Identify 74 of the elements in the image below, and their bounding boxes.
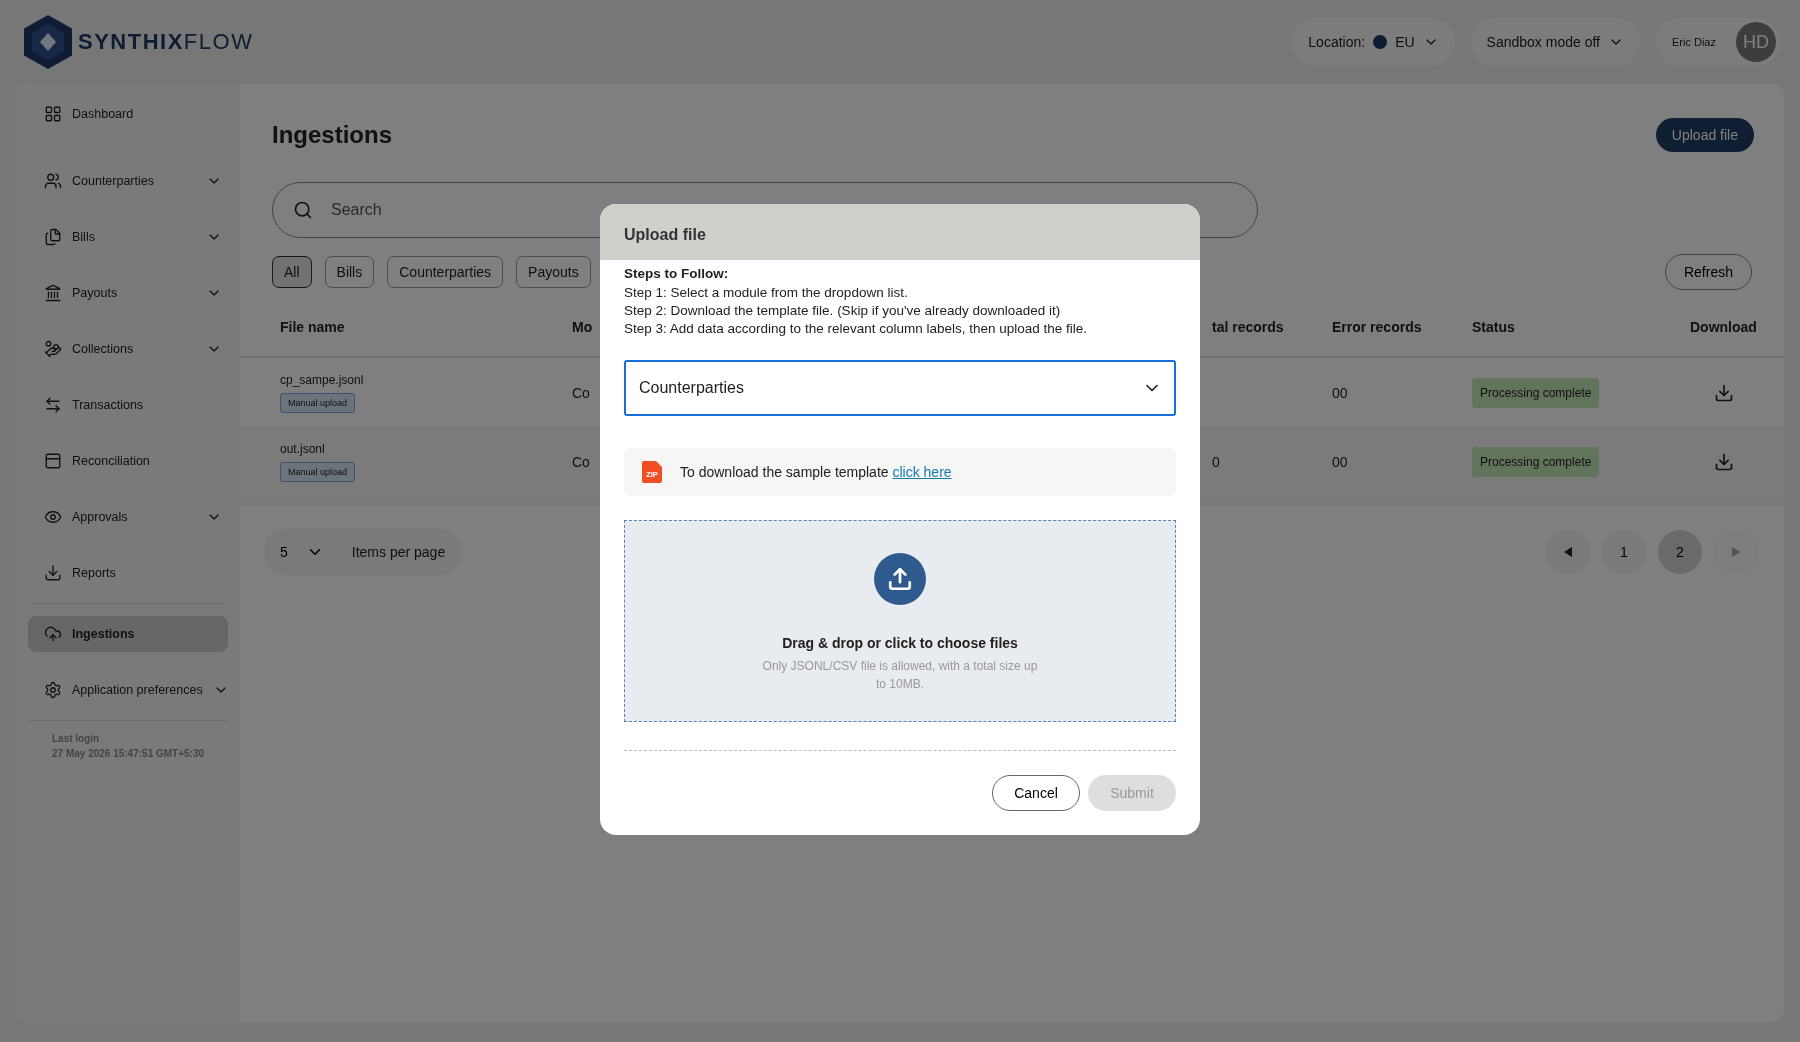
sidebar-item[interactable]: Application preferences [28,672,228,708]
file-dropzone[interactable]: Drag & drop or click to choose files Only JSONL/CSV file is allowed, with a total size up to 10MB. [624,520,1176,722]
column-header: Status [1472,319,1515,335]
steps-title: Steps to Follow: [624,265,730,283]
step-text: Step 3: Add data according to the relevant column labels, then upload the file. [624,320,1089,338]
avatar: HD [1736,22,1776,62]
search-icon [293,200,313,220]
upload-tag: Manual upload [280,392,356,413]
bank-icon [44,284,62,302]
download-icon [44,564,62,582]
panel-icon [44,452,62,470]
brand-name: SYNTHIXFLOW [78,29,254,55]
column-header: Mo [572,319,593,335]
cancel-button[interactable]: Cancel [992,775,1080,811]
previous-page-button[interactable] [1546,530,1590,574]
upload-file-button[interactable]: Upload file [1655,118,1754,152]
sidebar-item[interactable]: Collections [28,331,228,367]
sidebar-item[interactable]: Payouts [28,275,228,311]
column-header: Download [1690,319,1757,335]
status-badge: Processing complete [1472,446,1600,477]
sidebar-item[interactable]: Approvals [28,499,228,535]
status-badge: Processing complete [1472,377,1600,408]
step-text: Step 2: Download the template file. (Skip if you've already downloaded it) [624,302,1062,320]
eye-icon [44,508,62,526]
people-icon [44,172,62,190]
module-select[interactable]: Counterparties [624,360,1176,416]
sidebar-item[interactable]: Counterparties [28,163,228,199]
column-header: File name [280,319,345,335]
column-header: tal records [1212,319,1284,335]
table-cell: Co [572,384,590,401]
refresh-button[interactable]: Refresh [1664,254,1752,290]
per-page-select[interactable]: 5 [280,543,324,561]
template-text: To download the sample template click here [680,464,952,480]
gear-icon [44,681,62,699]
page-button[interactable]: 2 [1658,530,1702,574]
file-name: out.jsonl [280,441,325,456]
left-triangle-icon [1564,547,1572,557]
hand-coins-icon [44,340,62,358]
filter-chip[interactable]: Payouts [516,256,591,288]
globe-icon [1373,35,1388,49]
sandbox-selector[interactable]: Sandbox mode off [1470,18,1640,66]
search-input[interactable]: Search [329,200,1237,220]
upload-icon [874,553,926,605]
location-selector[interactable]: Location: EU [1292,18,1455,66]
cloud-upload-icon [44,625,62,643]
documents-icon [44,228,62,246]
page-button[interactable]: 1 [1602,530,1646,574]
column-header: Error records [1332,319,1422,335]
table-cell: 00 [1332,453,1348,470]
file-name: cp_sampe.jsonl [280,372,364,387]
step-text: Step 1: Select a module from the dropdown list. [624,284,909,302]
download-icon[interactable] [1714,451,1734,472]
upload-tag: Manual upload [280,461,356,482]
sidebar-item[interactable]: Reconciliation [28,443,228,479]
table-cell: 0 [1212,453,1220,470]
per-page-label: Items per page [351,544,446,560]
filter-chip[interactable]: Counterparties [387,256,504,288]
dialog-title: Upload file [624,226,706,244]
user-menu[interactable]: Eric Diaz HD [1656,18,1780,66]
grid-icon [44,105,62,123]
logo-icon [24,15,72,69]
sidebar-item[interactable]: Dashboard [28,96,228,132]
arrows-icon [44,396,62,414]
sidebar-item[interactable]: Bills [28,219,228,255]
sidebar-item[interactable]: Ingestions [28,616,228,652]
sidebar-item[interactable]: Transactions [28,387,228,423]
filter-chip[interactable]: All [272,256,312,288]
template-link[interactable]: click here [892,464,952,480]
download-icon[interactable] [1714,382,1734,403]
filter-chip[interactable]: Bills [324,256,375,288]
table-cell: 00 [1332,384,1348,401]
sidebar-item[interactable]: Reports [28,555,228,591]
table-cell: Co [572,453,590,470]
page-title: Ingestions [272,121,392,149]
